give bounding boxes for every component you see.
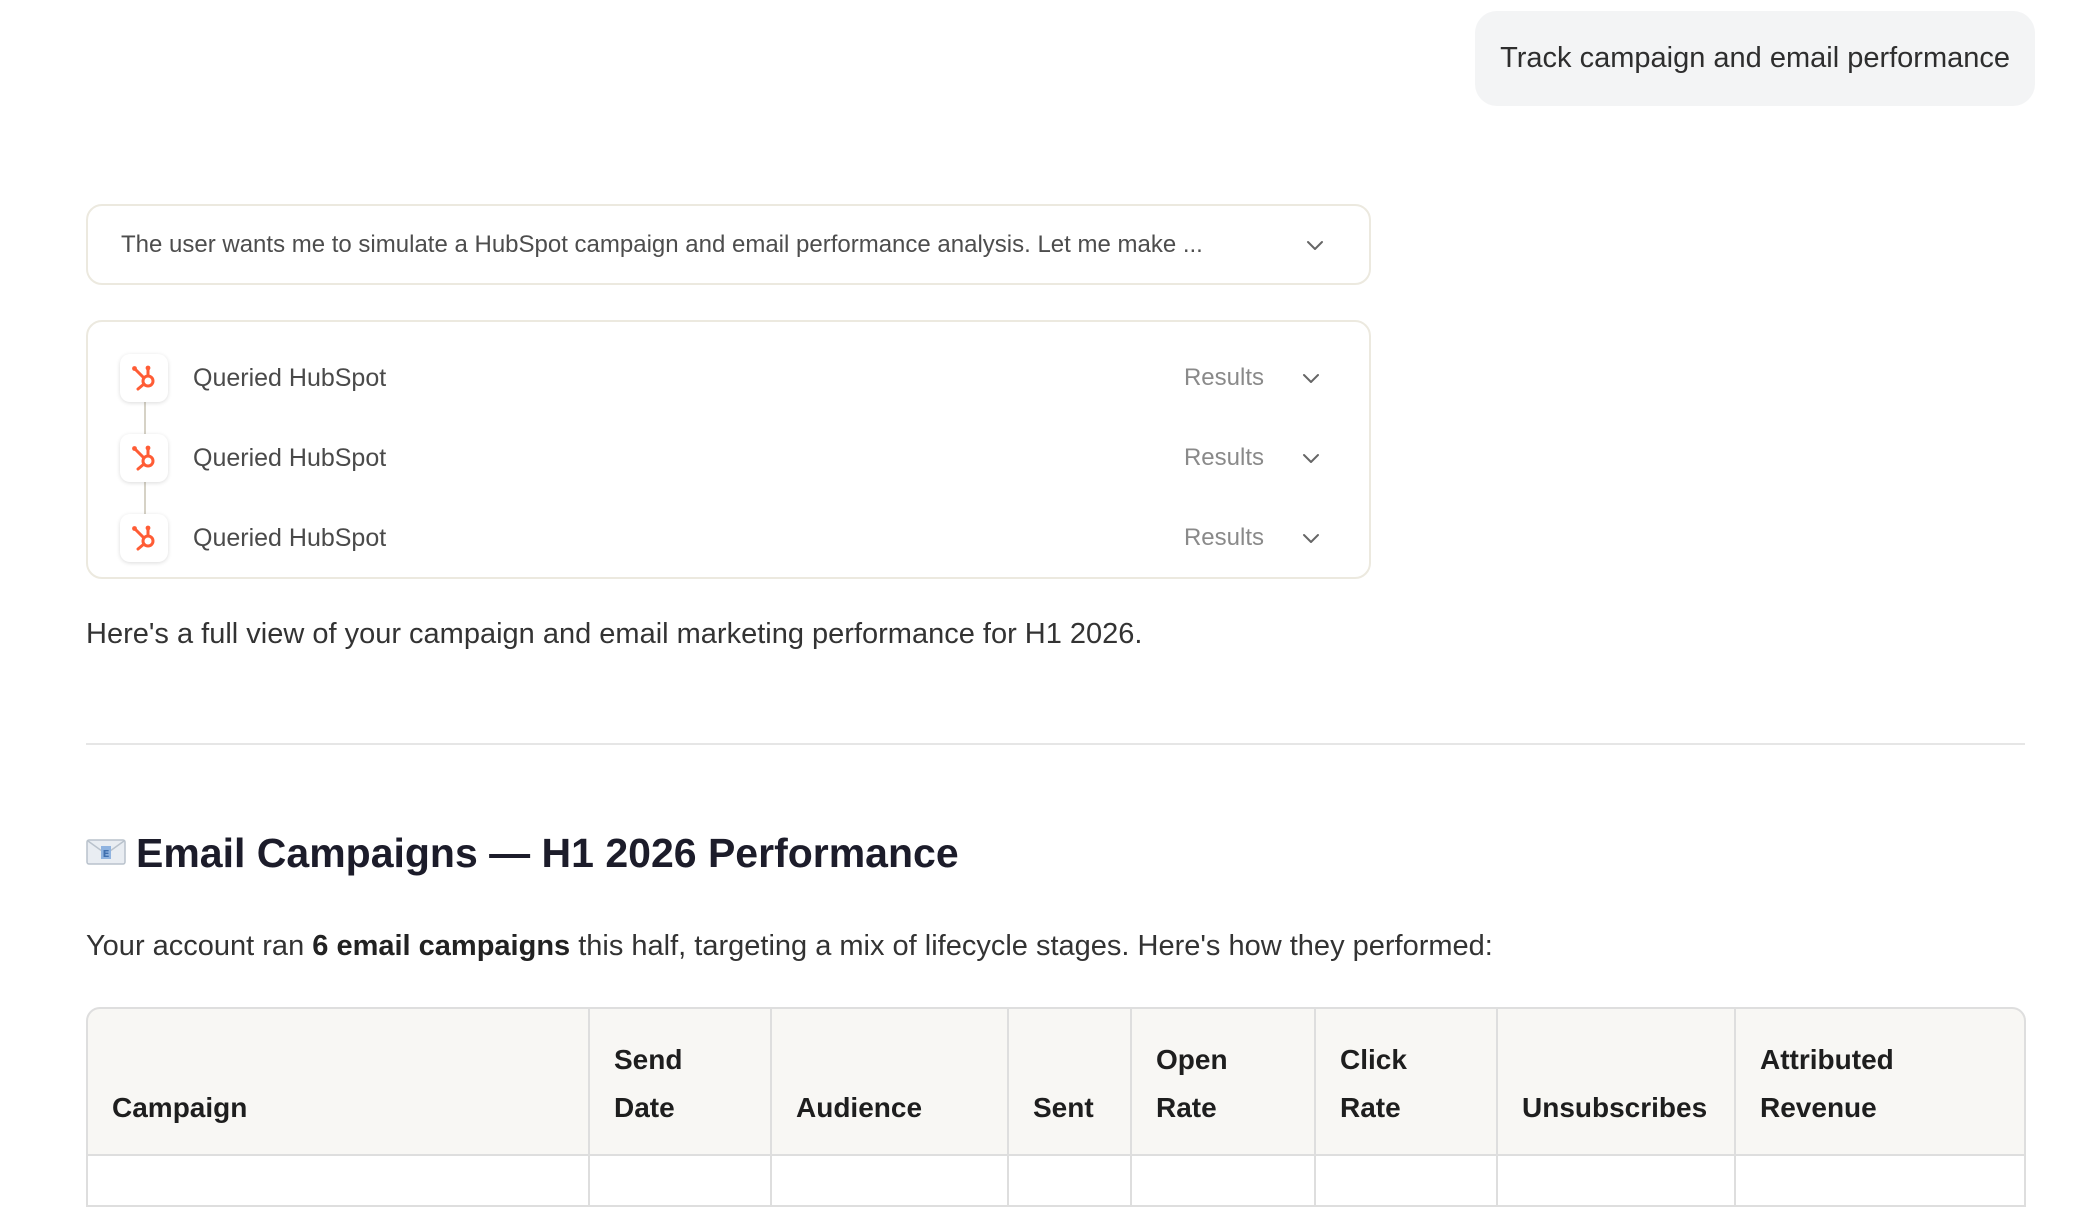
tool-calls-panel: Queried HubSpot Results Queried HubSpot … [86, 320, 1371, 579]
summary-prefix: Your account ran [86, 930, 313, 962]
column-divider [588, 1156, 590, 1205]
column-header-attributed-revenue[interactable]: Attributed Revenue [1736, 1009, 2024, 1154]
column-header-send-date[interactable]: Send Date [590, 1009, 772, 1154]
results-link[interactable]: Results [1184, 364, 1264, 392]
section-summary: Your account ran 6 email campaigns this … [86, 930, 1493, 963]
column-divider [1130, 1156, 1132, 1205]
summary-suffix: this half, targeting a mix of lifecycle … [570, 930, 1493, 962]
svg-text:E: E [103, 849, 110, 860]
column-divider [1496, 1156, 1498, 1205]
column-divider [770, 1156, 772, 1205]
column-divider [1734, 1156, 1736, 1205]
envelope-icon: E [86, 830, 126, 877]
tool-call-label: Queried HubSpot [193, 363, 387, 392]
section-heading-text: Email Campaigns — H1 2026 Performance [136, 830, 959, 876]
hubspot-icon [120, 434, 168, 482]
chevron-down-icon[interactable] [1299, 526, 1323, 550]
tool-call-row[interactable]: Queried HubSpot Results [88, 430, 1369, 486]
thinking-summary-panel[interactable]: The user wants me to simulate a HubSpot … [86, 204, 1371, 285]
thinking-summary-text: The user wants me to simulate a HubSpot … [121, 230, 1203, 258]
results-link[interactable]: Results [1184, 444, 1264, 472]
user-message-text: Track campaign and email performance [1500, 42, 2010, 74]
summary-emphasis: 6 email campaigns [312, 930, 571, 962]
results-link[interactable]: Results [1184, 524, 1264, 552]
tool-call-row[interactable]: Queried HubSpot Results [88, 510, 1369, 566]
column-header-campaign[interactable]: Campaign [88, 1009, 590, 1154]
chevron-down-icon[interactable] [1299, 446, 1323, 470]
column-header-click-rate[interactable]: Click Rate [1316, 1009, 1498, 1154]
user-message-bubble: Track campaign and email performance [1475, 11, 2035, 106]
column-divider [1314, 1156, 1316, 1205]
tool-call-label: Queried HubSpot [193, 523, 387, 552]
column-header-open-rate[interactable]: Open Rate [1132, 1009, 1316, 1154]
hubspot-icon [120, 354, 168, 402]
column-header-sent[interactable]: Sent [1009, 1009, 1132, 1154]
chevron-down-icon[interactable] [1299, 366, 1323, 390]
tool-call-row[interactable]: Queried HubSpot Results [88, 350, 1369, 406]
section-heading: E Email Campaigns — H1 2026 Performance [86, 830, 959, 877]
column-header-unsubscribes[interactable]: Unsubscribes [1498, 1009, 1736, 1154]
section-divider [86, 743, 2025, 745]
column-header-audience[interactable]: Audience [772, 1009, 1009, 1154]
column-divider [1007, 1156, 1009, 1205]
campaign-table: Campaign Send Date Audience Sent Open Ra… [86, 1007, 2026, 1207]
tool-call-label: Queried HubSpot [193, 443, 387, 472]
intro-text: Here's a full view of your campaign and … [86, 618, 1143, 650]
chevron-down-icon[interactable] [1303, 233, 1327, 257]
hubspot-icon [120, 514, 168, 562]
table-body [88, 1156, 2024, 1205]
